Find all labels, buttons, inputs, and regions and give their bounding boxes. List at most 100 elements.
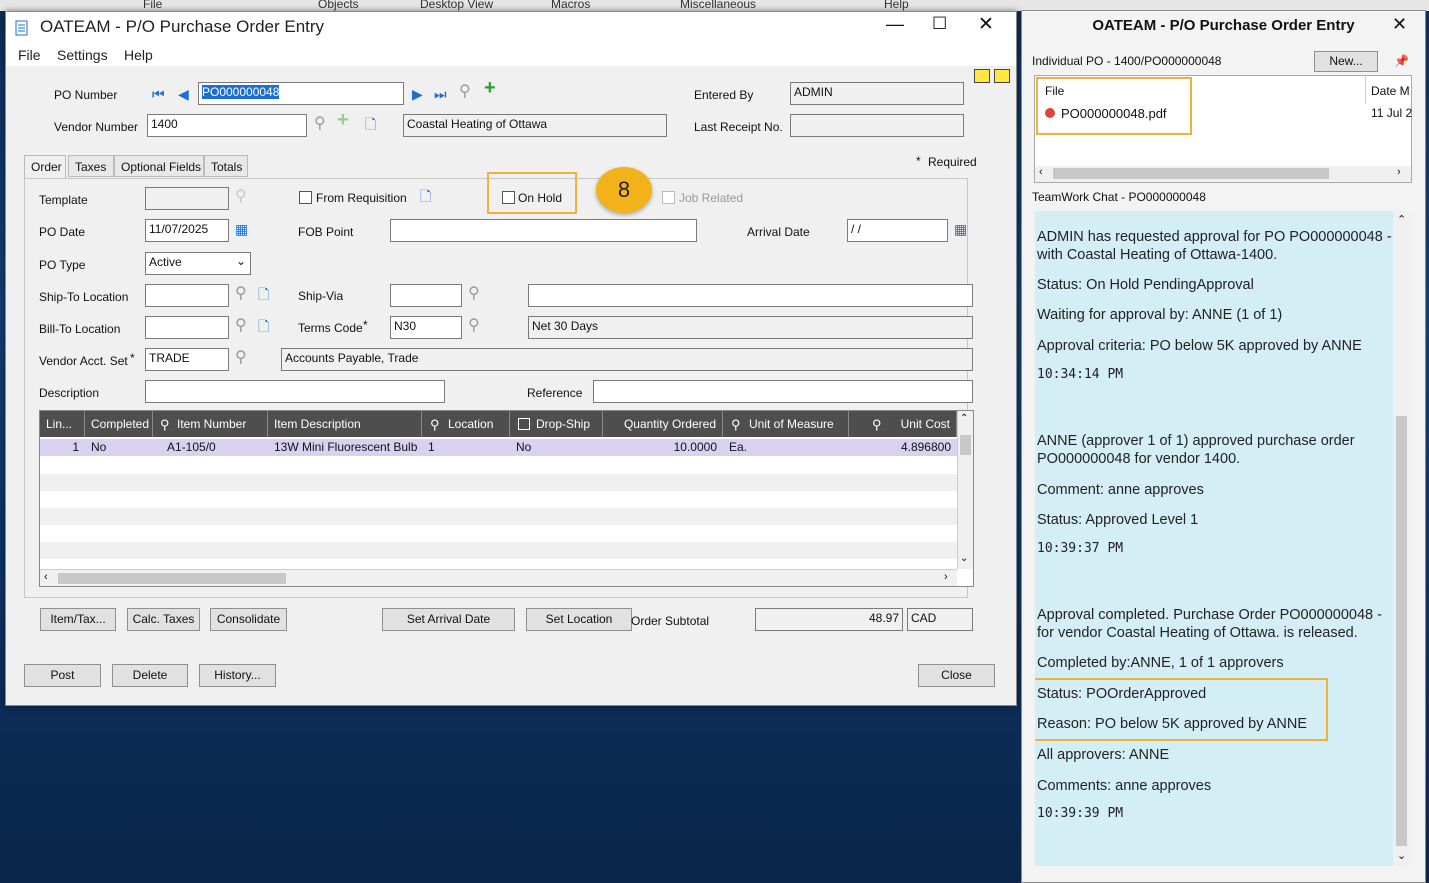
template-input[interactable] — [145, 187, 229, 210]
note-icon[interactable] — [994, 69, 1010, 83]
close-button[interactable]: Close — [918, 664, 995, 687]
menu-settings[interactable]: Settings — [57, 47, 108, 63]
col-item-number[interactable]: Item Number — [153, 411, 268, 437]
vendor-number-input[interactable]: 1400 — [147, 114, 307, 137]
date-column-header[interactable]: Date M — [1371, 84, 1410, 98]
pin-icon[interactable]: 📌 — [1394, 54, 1409, 68]
fob-point-input[interactable] — [390, 219, 697, 242]
bill-to-input[interactable] — [145, 316, 229, 339]
hscroll-thumb[interactable] — [58, 573, 286, 584]
tab-taxes[interactable]: Taxes — [68, 155, 114, 177]
next-record-icon[interactable]: ▶ — [412, 86, 423, 102]
col-line[interactable]: Lin... — [40, 411, 85, 437]
from-requisition-checkbox[interactable] — [299, 191, 312, 204]
tab-totals[interactable]: Totals — [204, 155, 248, 177]
file-name[interactable]: PO000000048.pdf — [1061, 106, 1167, 121]
document-icon — [15, 20, 28, 36]
detail-grid[interactable]: Lin... Completed Item Number Item Descri… — [39, 410, 974, 587]
calc-taxes-button[interactable]: Calc. Taxes — [127, 608, 200, 631]
col-completed[interactable]: Completed — [85, 411, 153, 437]
attachments-hscrollbar[interactable]: ‹ › — [1035, 166, 1411, 182]
post-button[interactable]: Post — [24, 664, 101, 687]
scroll-thumb[interactable] — [960, 435, 971, 455]
ship-to-input[interactable] — [145, 284, 229, 307]
vendor-add-icon[interactable]: + — [337, 110, 349, 130]
scroll-right-icon[interactable]: › — [944, 571, 948, 583]
previous-record-icon[interactable]: ◀ — [178, 86, 189, 102]
menu-help[interactable]: Help — [124, 47, 153, 63]
delete-button[interactable]: Delete — [112, 664, 188, 687]
maximize-icon[interactable]: ☐ — [932, 14, 947, 34]
horizontal-scrollbar[interactable]: ‹ › — [40, 569, 957, 586]
po-number-input[interactable]: PO000000048 — [198, 82, 404, 105]
reference-input[interactable] — [593, 380, 973, 403]
template-search-icon[interactable]: ⚲ — [235, 189, 247, 205]
set-location-button[interactable]: Set Location — [526, 608, 632, 631]
bill-to-info-icon[interactable]: 🗋 — [258, 318, 269, 334]
attach-scroll-right-icon[interactable]: › — [1397, 166, 1401, 178]
bg-menu-macros[interactable]: Macros — [551, 0, 590, 11]
scroll-left-icon[interactable]: ‹ — [44, 571, 48, 583]
table-row[interactable]: 1 No A1-105/0 13W Mini Fluorescent Bulb … — [40, 439, 957, 456]
ship-via-search-icon[interactable]: ⚲ — [468, 286, 480, 302]
minimize-icon[interactable]: — — [886, 14, 904, 35]
terms-code-input[interactable]: N30 — [390, 316, 462, 339]
po-type-select[interactable]: Active ⌄ — [145, 252, 251, 275]
chat-log[interactable]: ADMIN has requested approval for PO PO00… — [1035, 211, 1395, 866]
chat-scroll-thumb[interactable] — [1396, 416, 1407, 846]
first-record-icon[interactable]: ⏮ — [152, 86, 165, 102]
on-hold-checkbox[interactable] — [502, 191, 515, 204]
bill-to-search-icon[interactable]: ⚲ — [235, 318, 247, 334]
history-button[interactable]: History... — [199, 664, 276, 687]
calendar-icon[interactable]: ▦ — [235, 221, 248, 237]
arrival-date-input[interactable]: / / — [847, 219, 948, 242]
chat-scroll-down-icon[interactable]: ⌄ — [1397, 849, 1406, 862]
last-record-icon[interactable]: ⏭ — [434, 86, 447, 102]
email-icon[interactable] — [974, 69, 990, 83]
col-item-description[interactable]: Item Description — [268, 411, 422, 437]
consolidate-button[interactable]: Consolidate — [210, 608, 287, 631]
scroll-down-icon[interactable]: ⌄ — [960, 553, 968, 564]
set-arrival-date-button[interactable]: Set Arrival Date — [382, 608, 515, 631]
description-input[interactable] — [145, 380, 445, 403]
bg-menu-file[interactable]: File — [143, 0, 162, 11]
vendor-acct-set-input[interactable]: TRADE — [145, 348, 229, 371]
item-tax-button[interactable]: Item/Tax... — [40, 608, 116, 631]
close-icon[interactable]: ✕ — [978, 13, 994, 36]
arrival-calendar-icon[interactable]: ▦ — [954, 221, 967, 237]
vendor-search-icon[interactable]: ⚲ — [314, 116, 326, 132]
add-icon[interactable]: + — [484, 78, 496, 98]
col-unit-cost[interactable]: Unit Cost — [849, 411, 957, 437]
tab-order[interactable]: Order — [24, 155, 66, 179]
attachments-list[interactable]: File Date M PO000000048.pdf 11 Jul 2 ‹ › — [1034, 75, 1412, 183]
scroll-up-icon[interactable]: ⌃ — [960, 413, 968, 424]
grid-header: Lin... Completed Item Number Item Descri… — [40, 411, 957, 437]
side-close-icon[interactable]: ✕ — [1392, 14, 1407, 35]
bg-menu-objects[interactable]: Objects — [318, 0, 359, 11]
file-column-header[interactable]: File — [1045, 84, 1064, 98]
ship-to-search-icon[interactable]: ⚲ — [235, 286, 247, 302]
new-button[interactable]: New... — [1314, 51, 1378, 72]
chat-scroll-up-icon[interactable]: ⌃ — [1397, 213, 1406, 226]
on-hold-label: On Hold — [518, 191, 563, 205]
chat-scrollbar[interactable]: ⌃ ⌄ — [1393, 211, 1410, 866]
vertical-scrollbar[interactable]: ⌃ ⌄ — [957, 411, 973, 569]
po-date-input[interactable]: 11/07/2025 — [145, 219, 229, 242]
col-unit-of-measure[interactable]: Unit of Measure — [723, 411, 849, 437]
bg-menu-desktop-view[interactable]: Desktop View — [420, 0, 493, 11]
terms-search-icon[interactable]: ⚲ — [468, 318, 480, 334]
tab-optional-fields[interactable]: Optional Fields — [114, 155, 204, 177]
search-icon[interactable]: ⚲ — [459, 84, 471, 100]
job-related-checkbox[interactable] — [662, 191, 675, 204]
attach-scroll-left-icon[interactable]: ‹ — [1039, 166, 1043, 178]
vendor-info-icon[interactable]: 🗋 — [365, 116, 376, 132]
bg-menu-help[interactable]: Help — [884, 0, 909, 11]
bg-menu-misc[interactable]: Miscellaneous — [680, 0, 756, 11]
ship-via-input[interactable] — [390, 284, 462, 307]
col-quantity-ordered[interactable]: Quantity Ordered — [603, 411, 723, 437]
ship-to-info-icon[interactable]: 🗋 — [258, 286, 269, 302]
vendor-acct-search-icon[interactable]: ⚲ — [235, 350, 247, 366]
attach-scroll-thumb[interactable] — [1053, 168, 1329, 179]
requisition-info-icon[interactable]: 🗋 — [420, 188, 431, 204]
menu-file[interactable]: File — [18, 47, 41, 63]
